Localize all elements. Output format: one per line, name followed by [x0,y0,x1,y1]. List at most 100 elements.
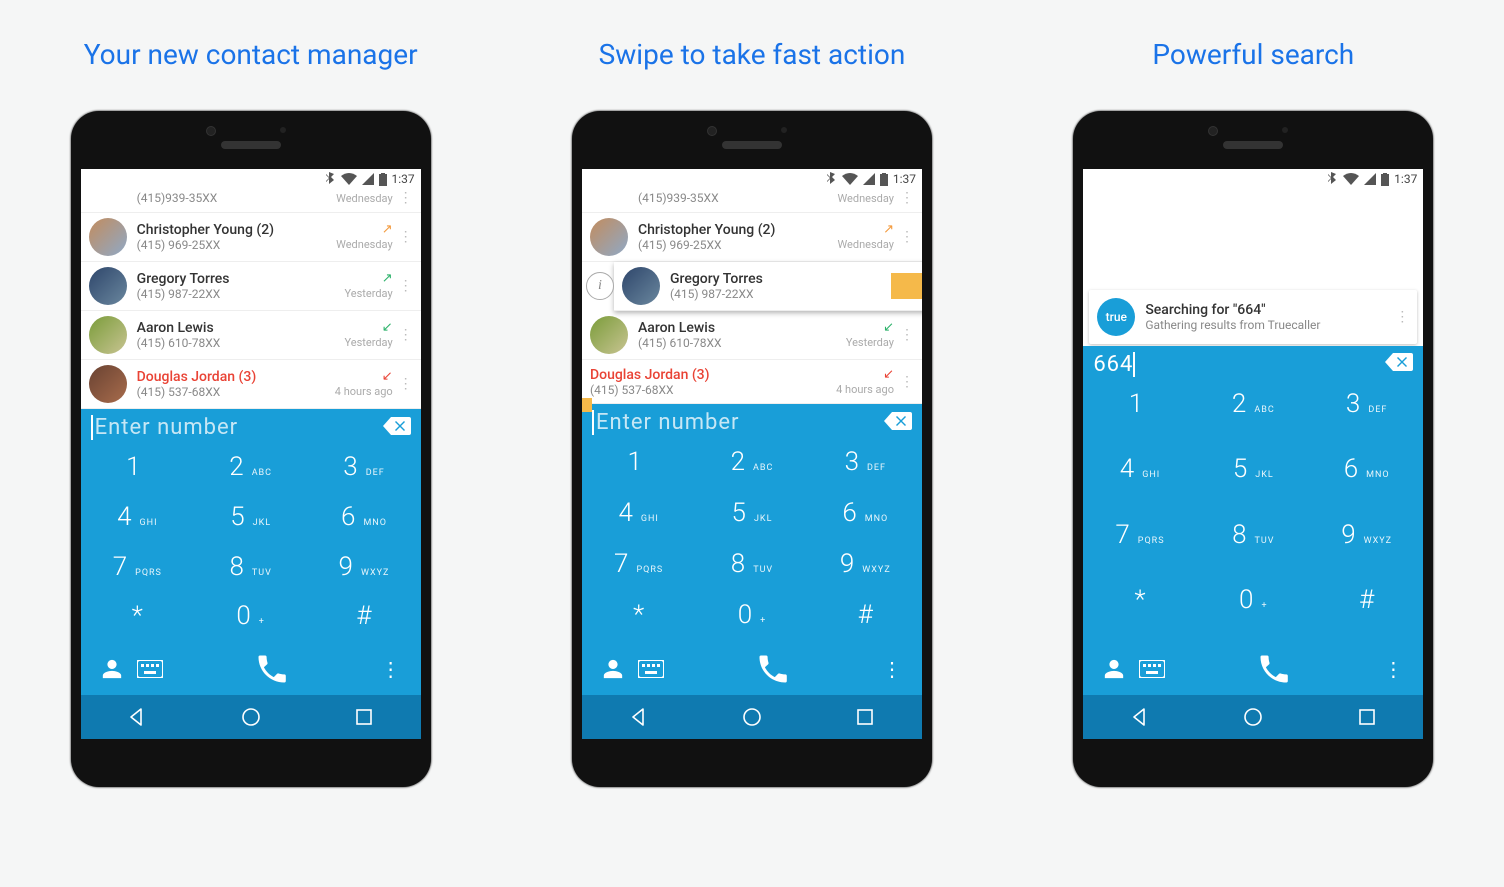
key-8[interactable]: 8TUV [695,543,808,594]
nav-back-icon[interactable] [1129,706,1151,728]
key-8[interactable]: 8TUV [194,546,307,596]
contacts-icon[interactable] [602,658,624,680]
key-8[interactable]: 8TUV [1197,514,1310,580]
call-row[interactable]: Christopher Young (2) (415) 969-25XX ↗We… [582,213,922,262]
more-icon[interactable]: ⋮ [399,376,413,392]
key-hash[interactable]: # [307,595,420,645]
call-row-swiped-left[interactable]: Douglas Jordan (3) (415) 537-68XX ↙4 hou… [582,360,922,404]
more-icon[interactable]: ⋮ [399,327,413,343]
key-5[interactable]: 5JKL [695,492,808,543]
more-icon[interactable]: ⋮ [399,190,413,206]
status-time: 1:37 [1394,172,1417,186]
backspace-button[interactable] [1385,353,1413,375]
key-2[interactable]: 2ABC [194,446,307,496]
incoming-icon: ↗ [382,272,393,285]
dial-input[interactable]: 664 [1093,352,1385,377]
backspace-button[interactable] [383,417,411,439]
call-button[interactable] [1256,651,1292,687]
more-icon[interactable]: ⋮ [900,374,914,390]
key-1[interactable]: 1 [1083,383,1196,449]
nav-home-icon[interactable] [240,706,262,728]
more-icon[interactable]: ⋮ [399,229,413,245]
key-star[interactable]: * [1083,579,1196,645]
key-7[interactable]: 7PQRS [582,543,695,594]
backspace-button[interactable] [884,412,912,434]
keyboard-icon[interactable] [1139,660,1165,678]
slide-swipe-action: Swipe to take fast action 1:37 (415)939-… [512,38,992,787]
call-button[interactable] [755,651,791,687]
missed-icon: ↙ [883,368,894,381]
status-time: 1:37 [392,172,415,186]
call-row[interactable]: Douglas Jordan (3) (415) 537-68XX ↙4 hou… [81,360,421,409]
info-icon[interactable]: i [586,272,614,300]
key-9[interactable]: 9WXYZ [809,543,922,594]
keyboard-icon[interactable] [638,660,664,678]
more-icon[interactable]: ⋮ [1395,309,1409,325]
search-result-card[interactable]: true Searching for "664" Gathering resul… [1089,290,1417,344]
dialer-panel: Enter number 1 2ABC 3DEF 4GHI 5JKL 6MNO [81,409,421,695]
call-row[interactable]: Gregory Torres (415) 987-22XX ↗Yesterday… [81,262,421,311]
key-6[interactable]: 6MNO [1310,448,1423,514]
key-1[interactable]: 1 [582,441,695,492]
status-bar: 1:37 [1083,169,1423,189]
more-icon[interactable]: ⋮ [1383,657,1403,681]
key-star[interactable]: * [582,594,695,645]
dial-input[interactable]: Enter number [91,415,383,440]
more-icon[interactable]: ⋮ [900,190,914,206]
key-hash[interactable]: # [809,594,922,645]
key-4[interactable]: 4GHI [1083,448,1196,514]
key-4[interactable]: 4GHI [81,496,194,546]
key-hash[interactable]: # [1310,579,1423,645]
key-2[interactable]: 2ABC [1197,383,1310,449]
nav-back-icon[interactable] [628,706,650,728]
key-3[interactable]: 3DEF [809,441,922,492]
nav-home-icon[interactable] [741,706,763,728]
key-5[interactable]: 5JKL [1197,448,1310,514]
call-row[interactable]: (415)939-35XX Wednesday ⋮ [582,189,922,213]
key-9[interactable]: 9WXYZ [1310,514,1423,580]
key-3[interactable]: 3DEF [307,446,420,496]
call-row-swiped-right[interactable]: i Gregory Torres (415) 987-22XX [614,262,922,311]
key-3[interactable]: 3DEF [1310,383,1423,449]
more-icon[interactable]: ⋮ [882,657,902,681]
key-0[interactable]: 0+ [1197,579,1310,645]
nav-back-icon[interactable] [126,706,148,728]
key-7[interactable]: 7PQRS [1083,514,1196,580]
more-icon[interactable]: ⋮ [381,657,401,681]
recent-calls-list[interactable]: (415)939-35XX Wednesday ⋮ Christopher Yo… [81,189,421,409]
more-icon[interactable]: ⋮ [900,229,914,245]
key-9[interactable]: 9WXYZ [307,546,420,596]
call-row[interactable]: Aaron Lewis (415) 610-78XX ↙Yesterday ⋮ [582,311,922,360]
dial-input[interactable]: Enter number [592,410,884,435]
key-star[interactable]: * [81,595,194,645]
truecaller-badge-icon: true [1097,298,1135,336]
call-row[interactable]: Aaron Lewis (415) 610-78XX ↙Yesterday ⋮ [81,311,421,360]
key-0[interactable]: 0+ [695,594,808,645]
contacts-icon[interactable] [1103,658,1125,680]
key-6[interactable]: 6MNO [307,496,420,546]
outgoing-icon: ↗ [382,223,393,236]
call-button[interactable] [254,651,290,687]
more-icon[interactable]: ⋮ [399,278,413,294]
swipe-arrow-icon [582,405,594,423]
call-row[interactable]: Christopher Young (2) (415) 969-25XX ↗We… [81,213,421,262]
contacts-icon[interactable] [101,658,123,680]
more-icon[interactable]: ⋮ [900,327,914,343]
avatar [89,365,127,403]
nav-recent-icon[interactable] [353,706,375,728]
key-2[interactable]: 2ABC [695,441,808,492]
recent-calls-list[interactable]: (415)939-35XX Wednesday ⋮ Christopher Yo… [582,189,922,404]
key-1[interactable]: 1 [81,446,194,496]
nav-home-icon[interactable] [1242,706,1264,728]
search-status-line: Searching for "664" [1145,302,1320,318]
keyboard-icon[interactable] [137,660,163,678]
key-5[interactable]: 5JKL [194,496,307,546]
call-row[interactable]: (415)939-35XX Wednesday ⋮ [81,189,421,213]
key-6[interactable]: 6MNO [809,492,922,543]
key-0[interactable]: 0+ [194,595,307,645]
status-bar: 1:37 [582,169,922,189]
nav-recent-icon[interactable] [854,706,876,728]
key-7[interactable]: 7PQRS [81,546,194,596]
nav-recent-icon[interactable] [1356,706,1378,728]
key-4[interactable]: 4GHI [582,492,695,543]
